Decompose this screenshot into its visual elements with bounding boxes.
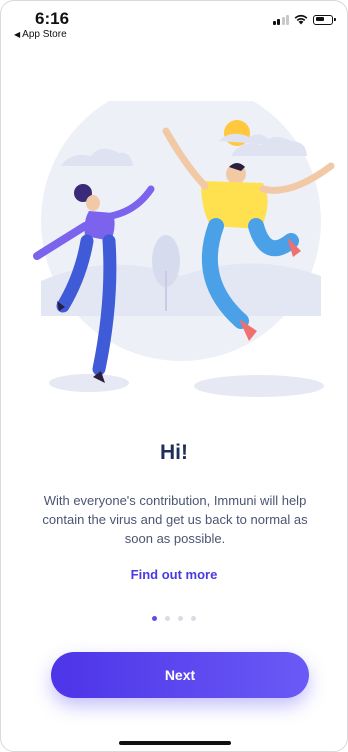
onboarding-illustration [33,101,335,397]
page-indicator [1,616,347,621]
signal-icon [272,14,289,25]
next-button[interactable]: Next [51,652,309,698]
status-icons [272,14,336,25]
back-triangle-icon: ◀ [14,30,21,39]
find-out-more-link[interactable]: Find out more [1,567,347,582]
home-indicator[interactable] [119,741,231,745]
status-time: 6:16 [35,9,70,28]
ground-shadow-left [49,374,129,392]
back-to-app-store-link[interactable]: ◀ App Store [14,29,67,40]
wifi-icon [294,14,308,25]
onboarding-description: With everyone's contribution, Immuni wil… [42,493,308,546]
page-dot-3[interactable] [178,616,183,621]
ground-shadow-right [194,375,324,397]
page-dot-1[interactable] [152,616,157,621]
page-dot-4[interactable] [191,616,196,621]
battery-icon [313,14,336,25]
status-bar: 6:16 ◀ App Store [1,1,347,45]
page-dot-2[interactable] [165,616,170,621]
onboarding-title: Hi! [160,441,188,464]
back-app-label: App Store [22,29,67,40]
phone-screen: 6:16 ◀ App Store Hi! With everyone's con… [0,0,348,752]
